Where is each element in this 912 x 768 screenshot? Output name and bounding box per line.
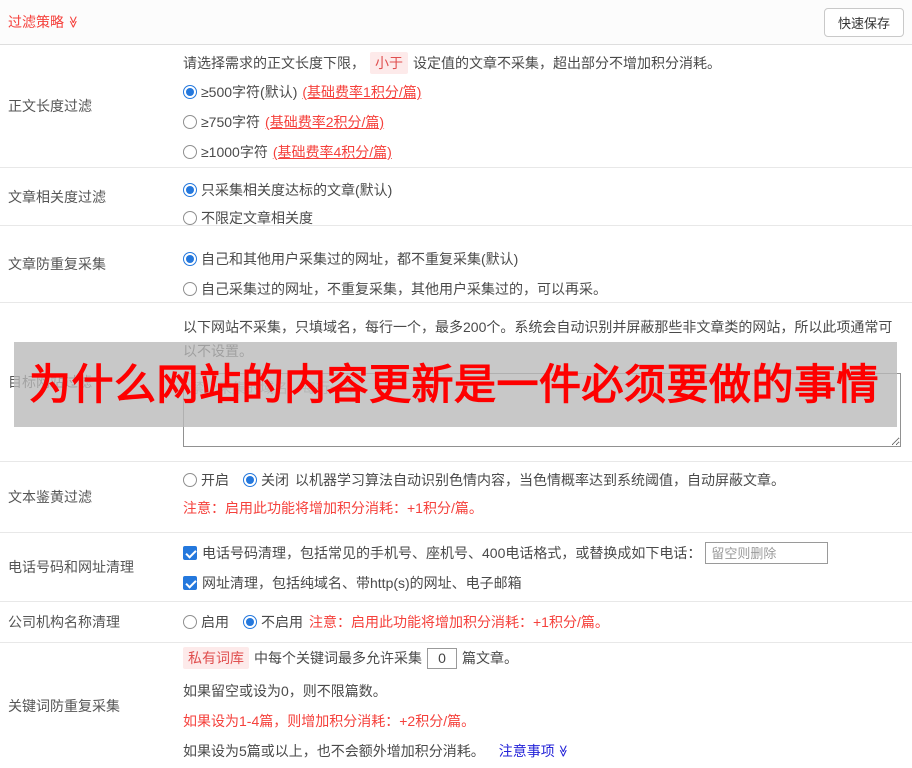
radio-label: 自己采集过的网址，不重复采集，其他用户采集过的，可以再采。	[201, 281, 607, 297]
porn-options-line: 开启 关闭 以机器学习算法自动识别色情内容，当色情概率达到系统阈值，自动屏蔽文章…	[183, 466, 904, 494]
less-than-tag: 小于	[370, 52, 408, 74]
radio-option-750[interactable]: ≥750字符 (基础费率2积分/篇)	[183, 107, 904, 137]
radio-label: 不限定文章相关度	[201, 210, 313, 226]
radio-option-dedup-all[interactable]: 自己和其他用户采集过的网址，都不重复采集(默认)	[183, 244, 904, 274]
chevron-double-down-icon: ≫	[66, 15, 81, 29]
company-cost-note: 注意：启用此功能将增加积分消耗：+1积分/篇。	[309, 614, 609, 630]
radio-icon[interactable]	[183, 145, 197, 159]
radio-label-on[interactable]: 开启	[201, 470, 229, 490]
replacement-phone-input[interactable]	[705, 542, 829, 564]
radio-label-disable[interactable]: 不启用	[261, 612, 303, 632]
radio-icon[interactable]	[183, 252, 197, 266]
checkbox-label: 网址清理，包括纯域名、带http(s)的网址、电子邮箱	[202, 575, 522, 591]
checkbox-checked-icon[interactable]	[183, 576, 197, 590]
fee-note: (基础费率1积分/篇)	[302, 84, 422, 100]
url-cleanup-option[interactable]: 网址清理，包括纯域名、带http(s)的网址、电子邮箱	[183, 568, 904, 598]
radio-label-enable[interactable]: 启用	[201, 612, 229, 632]
filter-strategy-page: 过滤策略 ≫ 快速保存 正文长度过滤 请选择需求的正文长度下限， 小于 设定值的…	[0, 0, 912, 768]
section-label: 文章防重复采集	[8, 256, 106, 272]
length-intro-post: 设定值的文章不采集，超出部分不增加积分消耗。	[413, 55, 721, 71]
notes-link[interactable]: 注意事项 ≫	[499, 741, 570, 761]
porn-cost-note: 注意：启用此功能将增加积分消耗：+1积分/篇。	[183, 500, 483, 516]
section-relevance-filter: 文章相关度过滤 只采集相关度达标的文章(默认) 不限定文章相关度	[0, 168, 912, 226]
section-label: 正文长度过滤	[8, 98, 92, 114]
radio-icon[interactable]	[183, 473, 197, 487]
keyword-note-five-plus: 如果设为5篇或以上，也不会额外增加积分消耗。 注意事项 ≫	[183, 736, 904, 766]
radio-label: 自己和其他用户采集过的网址，都不重复采集(默认)	[201, 251, 519, 267]
keyword-limit-input[interactable]	[427, 647, 457, 669]
radio-label: ≥1000字符	[201, 144, 268, 160]
section-phone-url-cleanup: 电话号码和网址清理 电话号码清理，包括常见的手机号、座机号、400电话格式，或替…	[0, 533, 912, 602]
section-content: 开启 关闭 以机器学习算法自动识别色情内容，当色情概率达到系统阈值，自动屏蔽文章…	[183, 462, 912, 532]
radio-label: 只采集相关度达标的文章(默认)	[201, 182, 393, 198]
keyword-note-cost: 如果设为1-4篇，则增加积分消耗：+2积分/篇。	[183, 713, 476, 729]
section-label: 电话号码和网址清理	[8, 559, 134, 575]
private-lexicon-tag[interactable]: 私有词库	[183, 647, 249, 669]
radio-option-1000[interactable]: ≥1000字符 (基础费率4积分/篇)	[183, 137, 904, 167]
radio-label: ≥750字符	[201, 114, 261, 130]
porn-description: 以机器学习算法自动识别色情内容，当色情概率达到系统阈值，自动屏蔽文章。	[295, 472, 785, 488]
keyword-limit-suffix: 篇文章。	[462, 650, 518, 666]
radio-icon[interactable]	[183, 211, 197, 225]
radio-option-dedup-own[interactable]: 自己采集过的网址，不重复采集，其他用户采集过的，可以再采。	[183, 274, 904, 304]
section-content: 启用 不启用 注意：启用此功能将增加积分消耗：+1积分/篇。	[183, 602, 912, 642]
checkbox-label: 电话号码清理，包括常见的手机号、座机号、400电话格式，或替换成如下电话：	[202, 545, 702, 561]
radio-icon[interactable]	[183, 115, 197, 129]
radio-icon[interactable]	[183, 615, 197, 629]
keyword-limit-line: 私有词库 中每个关键词最多允许采集 篇文章。	[183, 645, 904, 671]
section-keyword-dedup: 关键词防重复采集 私有词库 中每个关键词最多允许采集 篇文章。 如果留空或设为0…	[0, 643, 912, 768]
phone-cleanup-option[interactable]: 电话号码清理，包括常见的手机号、座机号、400电话格式，或替换成如下电话：	[183, 538, 904, 568]
chevron-double-down-icon: ≫	[556, 744, 571, 758]
section-label: 公司机构名称清理	[8, 614, 120, 630]
section-porn-filter: 文本鉴黄过滤 开启 关闭 以机器学习算法自动识别色情内容，当色情概率达到系统阈值…	[0, 462, 912, 533]
section-content: 请选择需求的正文长度下限， 小于 设定值的文章不采集，超出部分不增加积分消耗。 …	[183, 45, 912, 167]
fee-note: (基础费率4积分/篇)	[272, 144, 392, 160]
radio-icon[interactable]	[243, 473, 257, 487]
radio-option-500[interactable]: ≥500字符(默认) (基础费率1积分/篇)	[183, 77, 904, 107]
keyword-limit-text: 中每个关键词最多允许采集	[254, 650, 422, 666]
page-title-text: 过滤策略	[8, 14, 64, 30]
section-content: 电话号码清理，包括常见的手机号、座机号、400电话格式，或替换成如下电话： 网址…	[183, 533, 912, 601]
notes-link-text: 注意事项	[498, 743, 555, 759]
radio-label: ≥500字符(默认)	[201, 84, 298, 100]
overlay-banner: 为什么网站的内容更新是一件必须要做的事情	[14, 342, 897, 427]
section-content: 自己和其他用户采集过的网址，都不重复采集(默认) 自己采集过的网址，不重复采集，…	[183, 226, 912, 302]
section-dedup-collection: 文章防重复采集 自己和其他用户采集过的网址，都不重复采集(默认) 自己采集过的网…	[0, 226, 912, 303]
radio-icon[interactable]	[183, 85, 197, 99]
radio-icon[interactable]	[183, 282, 197, 296]
keyword-note-five-plus-text: 如果设为5篇或以上，也不会额外增加积分消耗。	[183, 743, 485, 759]
quick-save-button[interactable]: 快速保存	[823, 7, 904, 37]
section-label: 文章相关度过滤	[8, 188, 106, 205]
radio-icon[interactable]	[243, 615, 257, 629]
checkbox-checked-icon[interactable]	[183, 546, 197, 560]
keyword-note-unlimited: 如果留空或设为0，则不限篇数。	[183, 683, 387, 699]
section-content: 私有词库 中每个关键词最多允许采集 篇文章。 如果留空或设为0，则不限篇数。 如…	[183, 643, 912, 768]
section-label: 文本鉴黄过滤	[8, 489, 92, 505]
fee-note: (基础费率2积分/篇)	[265, 114, 385, 130]
section-content: 只采集相关度达标的文章(默认) 不限定文章相关度	[183, 168, 912, 226]
radio-option-relevance-default[interactable]: 只采集相关度达标的文章(默认)	[183, 176, 904, 204]
section-body-length-filter: 正文长度过滤 请选择需求的正文长度下限， 小于 设定值的文章不采集，超出部分不增…	[0, 45, 912, 168]
length-intro: 请选择需求的正文长度下限， 小于 设定值的文章不采集，超出部分不增加积分消耗。	[183, 49, 904, 77]
overlay-banner-text: 为什么网站的内容更新是一件必须要做的事情	[29, 360, 880, 408]
length-intro-pre: 请选择需求的正文长度下限，	[183, 55, 365, 71]
page-title[interactable]: 过滤策略 ≫	[8, 12, 80, 32]
section-label: 关键词防重复采集	[8, 697, 120, 714]
section-company-name-cleanup: 公司机构名称清理 启用 不启用 注意：启用此功能将增加积分消耗：+1积分/篇。	[0, 602, 912, 643]
top-bar: 过滤策略 ≫ 快速保存	[0, 0, 912, 45]
radio-label-off[interactable]: 关闭	[261, 470, 289, 490]
radio-icon[interactable]	[183, 183, 197, 197]
